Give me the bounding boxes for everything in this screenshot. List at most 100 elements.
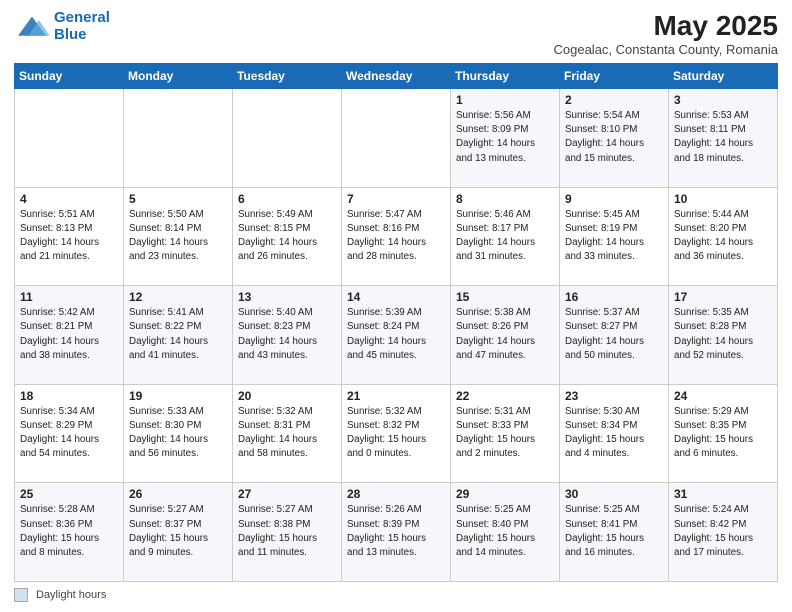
calendar-cell: 3 Sunrise: 5:53 AM Sunset: 8:11 PM Daylig… [669, 89, 778, 188]
logo: General Blue [14, 10, 110, 43]
calendar-cell: 12Sunrise: 5:41 AM Sunset: 8:22 PM Dayli… [124, 286, 233, 385]
calendar-cell: 25 Sunrise: 5:28 AM Sunset: 8:36 PM Dayli… [15, 483, 124, 582]
calendar-cell: 13Sunrise: 5:40 AM Sunset: 8:23 PM Dayli… [233, 286, 342, 385]
day-number: 17 [674, 290, 773, 304]
day-info: Sunrise: 5:32 AM Sunset: 8:31 PM Dayligh… [238, 405, 337, 462]
day-info: Sunrise: 5:44 AM Sunset: 8:20 PM Dayligh… [674, 208, 773, 265]
day-number: 16 [565, 290, 664, 304]
day-header-saturday: Saturday [669, 64, 778, 89]
day-number: 20 [238, 389, 337, 403]
calendar-cell: 15 Sunrise: 5:38 AM Sunset: 8:26 PM Dayli… [451, 286, 560, 385]
day-info: Sunrise: 5:29 AM Sunset: 8:35 PM Dayligh… [674, 405, 773, 462]
calendar-cell: 5 Sunrise: 5:50 AM Sunset: 8:14 PM Daylig… [124, 187, 233, 286]
day-info: Sunrise: 5:27 AM Sunset: 8:37 PM Dayligh… [129, 503, 228, 560]
calendar-cell: 10 Sunrise: 5:44 AM Sunset: 8:20 PM Dayli… [669, 187, 778, 286]
day-number: 18 [20, 389, 119, 403]
day-info: Sunrise: 5:45 AM Sunset: 8:19 PM Dayligh… [565, 208, 664, 265]
day-number: 12 [129, 290, 228, 304]
logo-icon [14, 13, 50, 41]
calendar-cell: 30Sunrise: 5:25 AM Sunset: 8:41 PM Dayli… [560, 483, 669, 582]
day-number: 1 [456, 93, 555, 107]
day-info: Sunrise: 5:42 AM Sunset: 8:21 PM Dayligh… [20, 306, 119, 363]
subtitle: Cogealac, Constanta County, Romania [554, 42, 779, 57]
header: General Blue May 2025 Cogealac, Constant… [14, 10, 778, 57]
day-info: Sunrise: 5:46 AM Sunset: 8:17 PM Dayligh… [456, 208, 555, 265]
day-number: 14 [347, 290, 446, 304]
day-info: Sunrise: 5:49 AM Sunset: 8:15 PM Dayligh… [238, 208, 337, 265]
day-info: Sunrise: 5:31 AM Sunset: 8:33 PM Dayligh… [456, 405, 555, 462]
day-info: Sunrise: 5:27 AM Sunset: 8:38 PM Dayligh… [238, 503, 337, 560]
day-info: Sunrise: 5:38 AM Sunset: 8:26 PM Dayligh… [456, 306, 555, 363]
day-header-wednesday: Wednesday [342, 64, 451, 89]
day-number: 3 [674, 93, 773, 107]
calendar-cell: 4 Sunrise: 5:51 AM Sunset: 8:13 PM Daylig… [15, 187, 124, 286]
day-number: 10 [674, 192, 773, 206]
footer-label: Daylight hours [36, 589, 106, 601]
day-number: 29 [456, 487, 555, 501]
calendar: SundayMondayTuesdayWednesdayThursdayFrid… [14, 63, 778, 582]
calendar-cell: 21Sunrise: 5:32 AM Sunset: 8:32 PM Dayli… [342, 384, 451, 483]
day-number: 6 [238, 192, 337, 206]
footer: Daylight hours [14, 588, 778, 602]
week-row-2: 4 Sunrise: 5:51 AM Sunset: 8:13 PM Daylig… [15, 187, 778, 286]
week-row-1: 1 Sunrise: 5:56 AM Sunset: 8:09 PM Daylig… [15, 89, 778, 188]
calendar-cell: 23 Sunrise: 5:30 AM Sunset: 8:34 PM Dayli… [560, 384, 669, 483]
day-info: Sunrise: 5:51 AM Sunset: 8:13 PM Dayligh… [20, 208, 119, 265]
calendar-cell [124, 89, 233, 188]
day-number: 8 [456, 192, 555, 206]
day-info: Sunrise: 5:47 AM Sunset: 8:16 PM Dayligh… [347, 208, 446, 265]
day-header-thursday: Thursday [451, 64, 560, 89]
day-info: Sunrise: 5:54 AM Sunset: 8:10 PM Dayligh… [565, 109, 664, 166]
day-number: 28 [347, 487, 446, 501]
day-info: Sunrise: 5:25 AM Sunset: 8:41 PM Dayligh… [565, 503, 664, 560]
week-row-4: 18Sunrise: 5:34 AM Sunset: 8:29 PM Dayli… [15, 384, 778, 483]
calendar-body: 1 Sunrise: 5:56 AM Sunset: 8:09 PM Daylig… [15, 89, 778, 582]
day-number: 19 [129, 389, 228, 403]
calendar-cell [15, 89, 124, 188]
day-number: 7 [347, 192, 446, 206]
day-number: 9 [565, 192, 664, 206]
day-info: Sunrise: 5:56 AM Sunset: 8:09 PM Dayligh… [456, 109, 555, 166]
calendar-cell: 24 Sunrise: 5:29 AM Sunset: 8:35 PM Dayli… [669, 384, 778, 483]
calendar-cell: 31 Sunrise: 5:24 AM Sunset: 8:42 PM Dayli… [669, 483, 778, 582]
day-number: 22 [456, 389, 555, 403]
calendar-cell: 11Sunrise: 5:42 AM Sunset: 8:21 PM Dayli… [15, 286, 124, 385]
day-number: 27 [238, 487, 337, 501]
day-header-tuesday: Tuesday [233, 64, 342, 89]
days-of-week-row: SundayMondayTuesdayWednesdayThursdayFrid… [15, 64, 778, 89]
day-number: 4 [20, 192, 119, 206]
calendar-cell: 8 Sunrise: 5:46 AM Sunset: 8:17 PM Daylig… [451, 187, 560, 286]
day-number: 23 [565, 389, 664, 403]
day-number: 25 [20, 487, 119, 501]
day-number: 5 [129, 192, 228, 206]
calendar-cell [233, 89, 342, 188]
day-number: 21 [347, 389, 446, 403]
day-info: Sunrise: 5:28 AM Sunset: 8:36 PM Dayligh… [20, 503, 119, 560]
day-header-friday: Friday [560, 64, 669, 89]
day-number: 15 [456, 290, 555, 304]
calendar-cell: 28 Sunrise: 5:26 AM Sunset: 8:39 PM Dayli… [342, 483, 451, 582]
calendar-cell: 17Sunrise: 5:35 AM Sunset: 8:28 PM Dayli… [669, 286, 778, 385]
day-number: 24 [674, 389, 773, 403]
calendar-cell: 20 Sunrise: 5:32 AM Sunset: 8:31 PM Dayli… [233, 384, 342, 483]
day-number: 13 [238, 290, 337, 304]
day-header-sunday: Sunday [15, 64, 124, 89]
day-info: Sunrise: 5:25 AM Sunset: 8:40 PM Dayligh… [456, 503, 555, 560]
main-title: May 2025 [554, 10, 779, 42]
calendar-header: SundayMondayTuesdayWednesdayThursdayFrid… [15, 64, 778, 89]
day-number: 26 [129, 487, 228, 501]
day-info: Sunrise: 5:50 AM Sunset: 8:14 PM Dayligh… [129, 208, 228, 265]
calendar-cell: 16 Sunrise: 5:37 AM Sunset: 8:27 PM Dayli… [560, 286, 669, 385]
day-info: Sunrise: 5:37 AM Sunset: 8:27 PM Dayligh… [565, 306, 664, 363]
day-info: Sunrise: 5:53 AM Sunset: 8:11 PM Dayligh… [674, 109, 773, 166]
daylight-legend-box [14, 588, 28, 602]
calendar-cell: 1 Sunrise: 5:56 AM Sunset: 8:09 PM Daylig… [451, 89, 560, 188]
week-row-5: 25 Sunrise: 5:28 AM Sunset: 8:36 PM Dayli… [15, 483, 778, 582]
day-info: Sunrise: 5:39 AM Sunset: 8:24 PM Dayligh… [347, 306, 446, 363]
day-info: Sunrise: 5:26 AM Sunset: 8:39 PM Dayligh… [347, 503, 446, 560]
day-number: 31 [674, 487, 773, 501]
day-info: Sunrise: 5:24 AM Sunset: 8:42 PM Dayligh… [674, 503, 773, 560]
calendar-cell: 29 Sunrise: 5:25 AM Sunset: 8:40 PM Dayli… [451, 483, 560, 582]
day-info: Sunrise: 5:30 AM Sunset: 8:34 PM Dayligh… [565, 405, 664, 462]
day-number: 2 [565, 93, 664, 107]
